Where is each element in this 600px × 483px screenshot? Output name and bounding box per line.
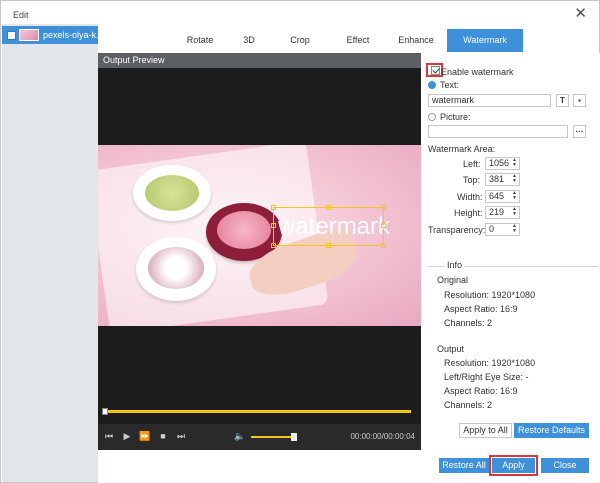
text-radio[interactable] [428, 81, 436, 89]
spin-arrows-icon[interactable]: ▲ ▼ [512, 191, 517, 201]
file-thumbnail [19, 29, 39, 41]
original-resolution: Resolution: 1920*1080 [444, 290, 536, 300]
time-display: 00:00:00/00:00:04 [350, 432, 415, 441]
tab-crop[interactable]: Crop [269, 29, 331, 52]
width-spinbox[interactable]: 645 ▲ ▼ [485, 190, 520, 203]
tab-watermark[interactable]: Watermark [447, 29, 523, 52]
original-aspect-ratio: Aspect Ratio: 16:9 [444, 304, 518, 314]
transparency-spinbox[interactable]: 0 ▲ ▼ [485, 223, 520, 236]
tab-3d[interactable]: 3D [229, 29, 269, 52]
top-spinbox[interactable]: 381 ▲ ▼ [485, 173, 520, 186]
stop-icon[interactable]: ■ [157, 430, 169, 442]
enable-watermark-label: Enable watermark [441, 67, 514, 77]
window-title: Edit [13, 10, 29, 20]
resize-handle[interactable] [381, 223, 386, 228]
transparency-label: Transparency: [428, 225, 486, 235]
original-channels: Channels: 2 [444, 318, 493, 328]
skip-forward-icon[interactable]: ⏭ [175, 430, 187, 442]
progress-handle[interactable] [102, 408, 108, 415]
spin-arrows-icon[interactable]: ▲ ▼ [512, 207, 517, 217]
volume-handle[interactable] [291, 433, 297, 441]
file-list-item[interactable]: pexels-olya-k... [2, 26, 104, 44]
preview-image: watermark [98, 145, 421, 326]
left-label: Left: [463, 159, 481, 169]
bowl-berries [136, 237, 216, 301]
spin-arrows-icon[interactable]: ▲ ▼ [512, 224, 517, 234]
watermark-text: watermark [278, 213, 391, 240]
resize-handle[interactable] [326, 243, 331, 248]
browse-button[interactable]: ··· [573, 125, 586, 138]
output-preview-header: Output Preview [98, 53, 421, 68]
output-eye-size: Left/Right Eye Size: - [444, 372, 529, 382]
resize-handle[interactable] [381, 205, 386, 210]
picture-radio[interactable] [428, 113, 436, 121]
output-channels: Channels: 2 [444, 400, 493, 410]
height-label: Height: [454, 208, 483, 218]
file-name: pexels-olya-k... [43, 30, 104, 40]
picture-path-field[interactable] [428, 125, 568, 138]
restore-defaults-button[interactable]: Restore Defaults [514, 423, 589, 438]
tab-effect[interactable]: Effect [331, 29, 385, 52]
info-title: Info [445, 260, 465, 270]
text-format-icon[interactable]: T [556, 94, 569, 107]
volume-slider[interactable] [251, 436, 296, 438]
apply-highlight [489, 455, 538, 476]
apply-to-all-button[interactable]: Apply to All [459, 423, 512, 438]
top-label: Top: [463, 175, 481, 185]
watermark-text-field[interactable]: watermark [428, 94, 551, 107]
file-list-sidebar: pexels-olya-k... [2, 24, 104, 482]
close-icon[interactable]: ✕ [574, 6, 587, 21]
output-resolution: Resolution: 1920*1080 [444, 358, 536, 368]
watermark-frame[interactable]: watermark [271, 205, 390, 248]
resize-handle[interactable] [271, 205, 276, 210]
resize-handle[interactable] [326, 205, 331, 210]
original-label: Original [437, 275, 469, 285]
volume-icon[interactable]: 🔈 [234, 430, 246, 442]
bowl-pistachio [133, 165, 211, 221]
resize-handle[interactable] [271, 243, 276, 248]
tab-rotate[interactable]: Rotate [171, 29, 229, 52]
picture-label: Picture: [440, 112, 471, 122]
height-spinbox[interactable]: 219 ▲ ▼ [485, 206, 520, 219]
resize-handle[interactable] [381, 243, 386, 248]
edit-window: Edit ✕ pexels-olya-k... Rotate 3D Crop E… [0, 0, 600, 483]
resize-handle[interactable] [271, 223, 276, 228]
spin-arrows-icon[interactable]: ▲ ▼ [512, 158, 517, 168]
watermark-panel: Enable watermark Text: watermark T ▪ Pic… [422, 53, 600, 451]
restore-all-button[interactable]: Restore All [439, 458, 489, 473]
playback-controls: ⏮ ▶ ⏩ ■ ⏭ 🔈 00:00:00/00:00:04 [98, 424, 421, 450]
watermark-area-label: Watermark Area: [428, 144, 496, 154]
output-aspect-ratio: Aspect Ratio: 16:9 [444, 386, 518, 396]
fast-forward-icon[interactable]: ⏩ [139, 430, 151, 442]
tab-enhance[interactable]: Enhance [385, 29, 447, 52]
left-spinbox[interactable]: 1056 ▲ ▼ [485, 157, 520, 170]
text-style-icon[interactable]: ▪ [573, 94, 586, 107]
output-label: Output [437, 344, 465, 354]
close-button[interactable]: Close [541, 458, 589, 473]
file-checkbox[interactable] [7, 31, 16, 40]
spin-arrows-icon[interactable]: ▲ ▼ [512, 174, 517, 184]
output-preview: watermark [98, 68, 421, 424]
play-icon[interactable]: ▶ [121, 430, 133, 442]
text-label: Text: [440, 80, 460, 90]
width-label: Width: [457, 192, 483, 202]
skip-back-icon[interactable]: ⏮ [103, 430, 115, 442]
edit-tabs: Rotate 3D Crop Effect Enhance Watermark [98, 29, 600, 52]
progress-bar[interactable] [105, 410, 411, 413]
footer-bar: Restore All Apply Close [98, 451, 600, 483]
